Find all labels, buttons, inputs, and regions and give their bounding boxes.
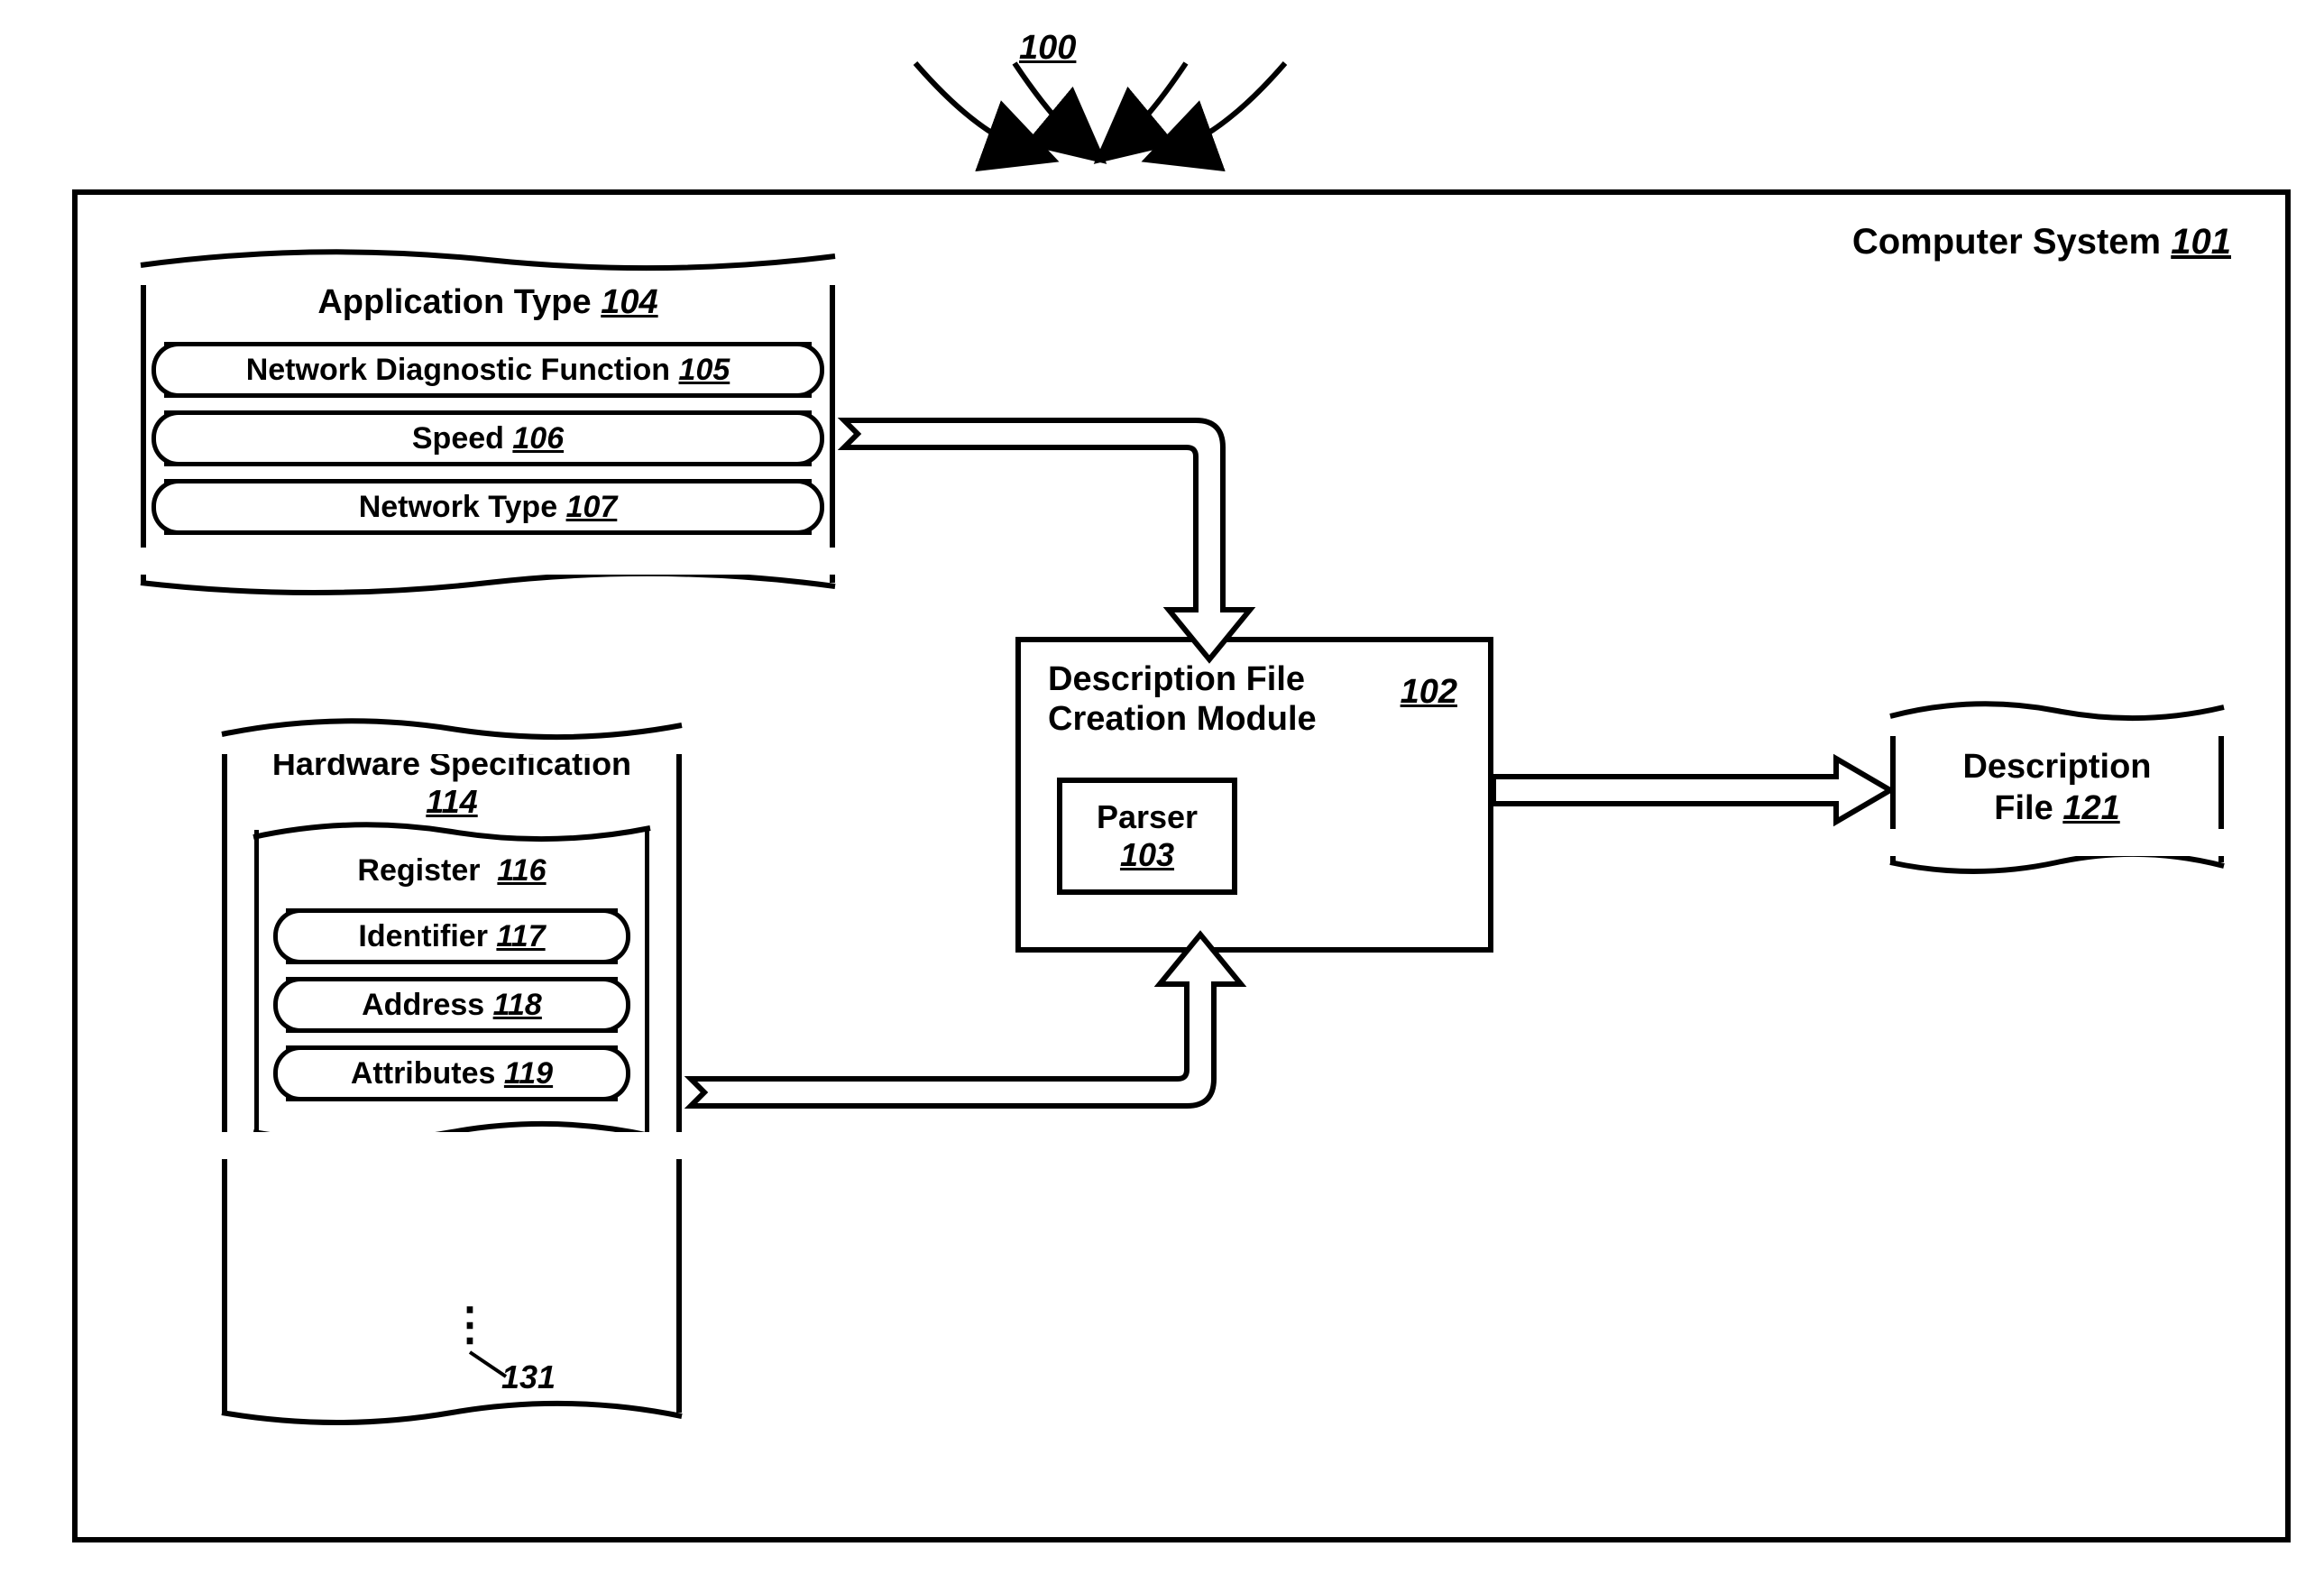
- wavy-border-icon: [222, 709, 682, 745]
- app-type-ref: 104: [601, 283, 657, 321]
- module-title-line1: Description File: [1048, 660, 1305, 698]
- figure-arc-arrows: [875, 45, 1326, 171]
- description-file-box: Description File 121: [1890, 709, 2224, 862]
- wavy-border-icon: [1890, 691, 2224, 727]
- register-item: Address 118: [286, 977, 618, 1033]
- module-ref: 102: [1401, 673, 1457, 712]
- ellipsis-icon: ⋮: [447, 1313, 492, 1336]
- description-file-creation-module: Description File Creation Module 102 Par…: [1015, 637, 1493, 953]
- item-label: Attributes: [351, 1056, 496, 1091]
- parser-ref: 103: [1120, 836, 1174, 874]
- item-ref: 118: [493, 988, 542, 1023]
- wavy-border-icon: [1890, 844, 2224, 880]
- desc-file-line2: File: [1994, 789, 2053, 827]
- patent-figure: 100 Computer System 101 Application Type: [18, 18, 2324, 1575]
- computer-system-label: Computer System 101: [1852, 222, 2231, 262]
- flow-arrow-app-to-module: [835, 393, 1268, 664]
- hw-spec-title-text: Hardware Specification: [272, 745, 631, 782]
- register-ref: 116: [497, 853, 546, 888]
- system-ref: 101: [2171, 222, 2231, 262]
- app-type-item: Network Type 107: [164, 479, 812, 535]
- wavy-border-icon: [141, 240, 835, 276]
- parser-box: Parser 103: [1057, 778, 1237, 895]
- app-type-item: Network Diagnostic Function 105: [164, 342, 812, 398]
- computer-system-box: Computer System 101 Application Type 104…: [72, 189, 2291, 1542]
- module-title-line2: Creation Module: [1048, 700, 1317, 738]
- item-ref: 106: [512, 421, 564, 456]
- item-label: Address: [362, 988, 484, 1023]
- item-label: Speed: [412, 421, 504, 456]
- register-title-text: Register: [357, 853, 480, 888]
- app-type-item: Speed 106: [164, 410, 812, 466]
- item-ref: 119: [504, 1056, 553, 1091]
- item-ref: 105: [679, 353, 730, 388]
- desc-file-ref: 121: [2062, 789, 2119, 827]
- item-label: Identifier: [358, 919, 488, 954]
- wavy-border-icon: [253, 812, 650, 848]
- register-title: Register 116: [268, 848, 636, 896]
- item-ref: 107: [566, 490, 618, 525]
- item-label: Network Type: [359, 490, 557, 525]
- register-item: Identifier 117: [286, 908, 618, 964]
- item-label: Network Diagnostic Function: [246, 353, 670, 388]
- flow-arrow-module-to-output: [1493, 754, 1899, 826]
- desc-file-line1: Description: [1962, 748, 2151, 786]
- ref-131: 131: [501, 1358, 556, 1396]
- parser-label: Parser: [1097, 798, 1198, 836]
- register-item: Attributes 119: [286, 1045, 618, 1101]
- register-group: Register 116 Identifier 117 Address 118 …: [254, 830, 649, 1132]
- item-ref: 117: [496, 919, 545, 954]
- wavy-border-icon: [253, 1114, 650, 1150]
- app-type-title-text: Application Type: [317, 283, 591, 321]
- application-type-box: Application Type 104 Network Diagnostic …: [141, 258, 835, 583]
- system-label-text: Computer System: [1852, 222, 2161, 262]
- flow-arrow-hw-to-module: [682, 935, 1268, 1169]
- wavy-border-icon: [222, 1395, 682, 1431]
- wavy-border-icon: [141, 565, 835, 601]
